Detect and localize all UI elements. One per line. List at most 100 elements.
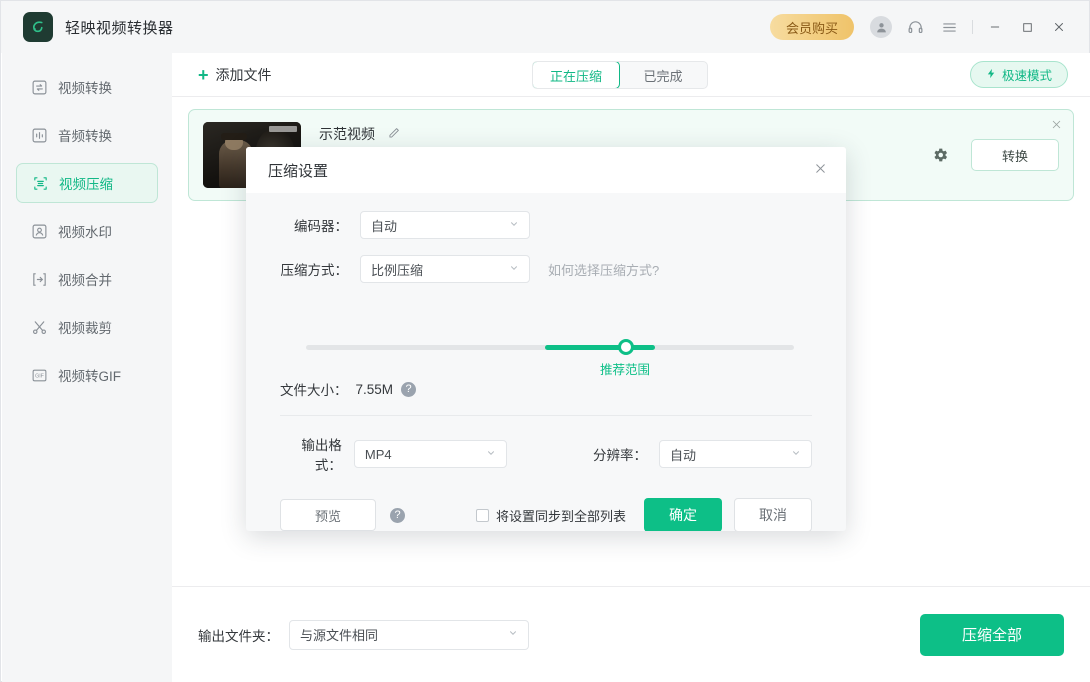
sidebar-item-label: 视频转GIF xyxy=(58,365,121,385)
video-to-gif-icon: GIF xyxy=(31,367,48,384)
file-size-value: 7.55M xyxy=(356,382,394,397)
user-avatar-icon[interactable] xyxy=(864,10,898,44)
compression-mode-row: 压缩方式： 比例压缩 如何选择压缩方式? xyxy=(280,255,812,283)
chevron-down-icon xyxy=(509,219,519,232)
close-icon[interactable] xyxy=(1043,10,1075,44)
slider-handle[interactable] xyxy=(618,339,634,355)
format-resolution-row: 输出格式： MP4 分辨率： 自动 xyxy=(280,434,812,474)
dialog-body: 编码器： 自动 压缩方式： 比例压缩 如何选择压缩方式? xyxy=(246,193,846,474)
audio-convert-icon xyxy=(31,127,48,144)
dialog-close-icon[interactable] xyxy=(813,161,828,180)
chevron-down-icon xyxy=(509,263,519,276)
sidebar-item-video-to-gif[interactable]: GIF 视频转GIF xyxy=(16,355,158,395)
compression-slider: 70% 推荐范围 xyxy=(280,305,812,377)
sidebar-item-label: 音频转换 xyxy=(58,125,112,145)
compression-mode-hint-link[interactable]: 如何选择压缩方式? xyxy=(548,260,659,279)
compression-mode-select[interactable]: 比例压缩 xyxy=(360,255,530,283)
lightning-bolt-icon xyxy=(986,68,997,82)
output-folder-select[interactable]: 与源文件相同 xyxy=(289,620,529,650)
sidebar-item-video-crop[interactable]: 视频裁剪 xyxy=(16,307,158,347)
add-file-label: 添加文件 xyxy=(216,65,272,85)
dialog-footer: 预览 ? 将设置同步到全部列表 确定 取消 xyxy=(246,498,846,531)
sidebar-item-label: 视频压缩 xyxy=(59,173,113,193)
content-toolbar: + 添加文件 正在压缩 已完成 极速模式 xyxy=(172,53,1090,97)
hamburger-menu-icon[interactable] xyxy=(932,10,966,44)
bottom-bar: 输出文件夹： 与源文件相同 压缩全部 xyxy=(172,586,1090,682)
output-folder-label: 输出文件夹： xyxy=(198,625,279,645)
video-convert-icon xyxy=(31,79,48,96)
video-compress-icon xyxy=(32,175,49,192)
output-format-value: MP4 xyxy=(365,447,392,462)
sidebar-item-video-merge[interactable]: 视频合并 xyxy=(16,259,158,299)
slider-recommended-range xyxy=(545,345,655,350)
compression-settings-dialog: 压缩设置 编码器： 自动 压缩方式： xyxy=(246,147,846,531)
sidebar-item-label: 视频裁剪 xyxy=(58,317,112,337)
file-size-label: 文件大小： xyxy=(280,379,348,399)
gear-icon[interactable] xyxy=(925,140,955,170)
remove-file-icon[interactable] xyxy=(1050,118,1063,134)
encoder-select[interactable]: 自动 xyxy=(360,211,530,239)
chevron-down-icon xyxy=(508,628,518,641)
section-divider xyxy=(280,415,812,416)
encoder-row: 编码器： 自动 xyxy=(280,211,812,239)
minimize-icon[interactable] xyxy=(979,10,1011,44)
maximize-icon[interactable] xyxy=(1011,10,1043,44)
output-folder-value: 与源文件相同 xyxy=(300,625,378,644)
title-bar-controls: 会员购买 xyxy=(770,10,1089,44)
fast-mode-button[interactable]: 极速模式 xyxy=(970,61,1068,88)
vip-purchase-button[interactable]: 会员购买 xyxy=(770,14,854,40)
video-watermark-icon xyxy=(31,223,48,240)
pencil-edit-icon[interactable] xyxy=(387,126,401,143)
encoder-value: 自动 xyxy=(371,216,397,235)
output-format-label: 输出格式： xyxy=(280,434,342,474)
sidebar-item-label: 视频转换 xyxy=(58,77,112,97)
convert-button[interactable]: 转换 xyxy=(971,139,1059,171)
sidebar-item-video-convert[interactable]: 视频转换 xyxy=(16,67,158,107)
sidebar-item-video-watermark[interactable]: 视频水印 xyxy=(16,211,158,251)
resolution-label: 分辨率： xyxy=(585,444,647,464)
file-name-label: 示范视频 xyxy=(319,124,375,144)
file-size-row: 文件大小： 7.55M ? xyxy=(280,379,812,399)
slider-recommended-label: 推荐范围 xyxy=(600,359,650,378)
resolution-select[interactable]: 自动 xyxy=(659,440,812,468)
sync-settings-checkbox[interactable]: 将设置同步到全部列表 xyxy=(476,506,626,525)
sidebar-item-label: 视频水印 xyxy=(58,221,112,241)
headset-icon[interactable] xyxy=(898,10,932,44)
svg-text:GIF: GIF xyxy=(35,373,45,379)
tab-completed[interactable]: 已完成 xyxy=(619,62,707,88)
sidebar-item-audio-convert[interactable]: 音频转换 xyxy=(16,115,158,155)
status-tabs: 正在压缩 已完成 xyxy=(532,61,708,89)
chevron-down-icon xyxy=(791,448,801,461)
question-mark-icon[interactable]: ? xyxy=(401,382,416,397)
sidebar-item-video-compress[interactable]: 视频压缩 xyxy=(16,163,158,203)
sidebar: 视频转换 音频转换 视频压缩 xyxy=(2,53,172,682)
sync-settings-label: 将设置同步到全部列表 xyxy=(496,506,626,525)
chevron-down-icon xyxy=(486,448,496,461)
resolution-value: 自动 xyxy=(670,445,696,464)
output-format-select[interactable]: MP4 xyxy=(354,440,507,468)
file-name-row: 示范视频 xyxy=(319,124,401,144)
add-file-button[interactable]: + 添加文件 xyxy=(198,65,272,85)
checkbox-box xyxy=(476,509,489,522)
toolbar-divider xyxy=(972,20,973,34)
video-crop-icon xyxy=(31,319,48,336)
tab-compressing[interactable]: 正在压缩 xyxy=(532,61,620,89)
compression-mode-label: 压缩方式： xyxy=(280,259,348,279)
video-merge-icon xyxy=(31,271,48,288)
app-window: 轻映视频转换器 会员购买 xyxy=(0,0,1090,682)
plus-icon: + xyxy=(198,66,209,84)
preview-button[interactable]: 预览 xyxy=(280,499,376,531)
question-mark-icon[interactable]: ? xyxy=(390,508,405,523)
file-card-actions: 转换 xyxy=(925,139,1059,171)
app-logo-icon xyxy=(23,12,53,42)
fast-mode-label: 极速模式 xyxy=(1002,65,1052,84)
compression-mode-value: 比例压缩 xyxy=(371,260,423,279)
app-title: 轻映视频转换器 xyxy=(65,17,174,38)
confirm-button[interactable]: 确定 xyxy=(644,498,722,531)
compress-all-button[interactable]: 压缩全部 xyxy=(920,614,1064,656)
dialog-title: 压缩设置 xyxy=(268,160,328,181)
cancel-button[interactable]: 取消 xyxy=(734,498,812,531)
encoder-label: 编码器： xyxy=(280,215,348,235)
sidebar-item-label: 视频合并 xyxy=(58,269,112,289)
title-bar: 轻映视频转换器 会员购买 xyxy=(1,1,1089,53)
